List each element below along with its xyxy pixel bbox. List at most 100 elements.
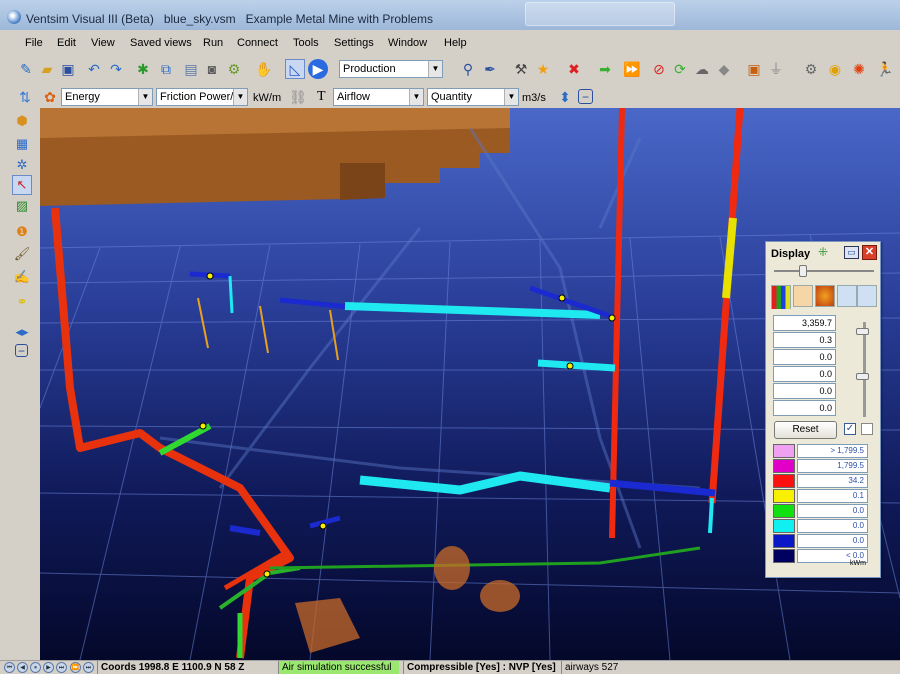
text-item-select[interactable]: Quantity ▼ bbox=[427, 88, 519, 106]
close-button[interactable]: ✕ bbox=[862, 245, 877, 260]
range-value-field[interactable]: 0.0 bbox=[773, 400, 836, 416]
filter-icon[interactable]: ⏚ bbox=[766, 59, 786, 79]
circles-icon[interactable]: ⚭ bbox=[12, 292, 32, 312]
box-icon[interactable]: ▣ bbox=[744, 59, 764, 79]
airway-cyan-drop[interactable] bbox=[228, 275, 234, 314]
range-slider-thumb-lower[interactable] bbox=[856, 373, 869, 380]
fire-icon[interactable]: ✺ bbox=[849, 59, 869, 79]
tab-views[interactable] bbox=[857, 285, 877, 307]
wrench-icon[interactable]: ⚒ bbox=[511, 59, 531, 79]
color-arrows-icon[interactable]: ⇅ bbox=[15, 87, 35, 107]
nav-prev-icon[interactable]: ◀ bbox=[17, 662, 28, 673]
nav-pause-icon[interactable]: ⏸ bbox=[30, 662, 41, 673]
nav-end-icon[interactable]: ⏭ bbox=[83, 662, 94, 673]
range-value-field[interactable]: 0.0 bbox=[773, 349, 836, 365]
range-value-field[interactable]: 3,359.7 bbox=[773, 315, 836, 331]
menu-file[interactable]: File bbox=[25, 37, 43, 49]
data-item-select[interactable]: Friction Power/L ▼ bbox=[156, 88, 248, 106]
redo-icon[interactable]: ↷ bbox=[106, 59, 126, 79]
block-icon[interactable]: ▤ bbox=[181, 59, 201, 79]
menu-help[interactable]: Help bbox=[444, 37, 467, 49]
menu-edit[interactable]: Edit bbox=[57, 37, 76, 49]
fan-icon[interactable]: ⚙ bbox=[224, 59, 244, 79]
menu-settings[interactable]: Settings bbox=[334, 37, 374, 49]
nav-last-icon[interactable]: ⏩ bbox=[70, 662, 81, 673]
arrow-right-icon[interactable]: ➡ bbox=[595, 59, 615, 79]
brush-icon[interactable]: 🖌 bbox=[12, 244, 32, 264]
undo-icon[interactable]: ↶ bbox=[84, 59, 104, 79]
nav-fast-icon[interactable]: ⏭ bbox=[56, 662, 67, 673]
airway-cyan-short[interactable] bbox=[537, 359, 616, 372]
coin-icon[interactable]: ◉ bbox=[825, 59, 845, 79]
minus-icon[interactable]: − bbox=[15, 344, 28, 358]
menu-connect[interactable]: Connect bbox=[237, 37, 278, 49]
range-slider-thumb-upper[interactable] bbox=[856, 328, 869, 335]
grid-icon[interactable]: ▦ bbox=[12, 134, 32, 154]
cube-icon[interactable]: ⬢ bbox=[12, 111, 32, 131]
range-value-field[interactable]: 0.0 bbox=[773, 366, 836, 382]
nav-first-icon[interactable]: ⏮ bbox=[4, 662, 15, 673]
person-icon[interactable]: 🏃 bbox=[875, 59, 895, 79]
range-value-field[interactable]: 0.3 bbox=[773, 332, 836, 348]
camera-icon[interactable]: ◙ bbox=[202, 59, 222, 79]
save-icon[interactable]: ▣ bbox=[58, 59, 78, 79]
lock-range-checkbox[interactable] bbox=[861, 423, 873, 435]
legend-color-swatch[interactable] bbox=[773, 534, 795, 548]
menu-run[interactable]: Run bbox=[203, 37, 223, 49]
cloud-icon[interactable]: ☁ bbox=[692, 59, 712, 79]
reset-button[interactable]: Reset bbox=[774, 421, 837, 439]
scenario-select[interactable]: Production ▼ bbox=[339, 60, 443, 78]
fast-forward-icon[interactable]: ⏩ bbox=[622, 59, 642, 79]
menu-saved-views[interactable]: Saved views bbox=[130, 37, 192, 49]
grip-icon[interactable]: ⁜ bbox=[818, 245, 832, 259]
tab-3d[interactable] bbox=[815, 285, 835, 307]
delete-icon[interactable]: ✖ bbox=[564, 59, 584, 79]
legend-color-swatch[interactable] bbox=[773, 549, 795, 563]
info-icon[interactable]: ❶ bbox=[12, 222, 32, 242]
range-values: 3,359.7 0.3 0.0 0.0 0.0 0.0 bbox=[773, 315, 836, 417]
gear-select-icon[interactable]: ✲ bbox=[12, 155, 32, 175]
rock-icon[interactable]: ◆ bbox=[714, 59, 734, 79]
edit-mode-icon[interactable]: ✋ bbox=[254, 59, 274, 79]
nav-next-icon[interactable]: ▶ bbox=[43, 662, 54, 673]
arrows-lr-icon[interactable]: ◂▸ bbox=[12, 322, 32, 342]
legend-color-swatch[interactable] bbox=[773, 489, 795, 503]
text-type-select[interactable]: Airflow ▼ bbox=[333, 88, 424, 106]
tab-data[interactable] bbox=[793, 285, 813, 307]
add-airway-icon[interactable]: ✱ bbox=[133, 59, 153, 79]
auto-range-checkbox[interactable]: ✓ bbox=[844, 423, 856, 435]
copy-icon[interactable]: ⧉ bbox=[156, 59, 176, 79]
airway-cyan-drop-right[interactable] bbox=[708, 497, 714, 534]
new-icon[interactable]: ✎ bbox=[16, 59, 36, 79]
spin-icon[interactable]: ⬍ bbox=[555, 87, 575, 107]
transparency-slider-thumb[interactable] bbox=[799, 265, 807, 277]
settings-icon[interactable]: ⚙ bbox=[801, 59, 821, 79]
legend-color-swatch[interactable] bbox=[773, 444, 795, 458]
play-icon[interactable]: ▶ bbox=[308, 59, 328, 79]
pen-icon[interactable]: ✒ bbox=[480, 59, 500, 79]
collapse-icon[interactable]: − bbox=[578, 89, 593, 104]
pointer-icon[interactable]: ↖ bbox=[12, 175, 32, 195]
stop-icon[interactable]: ⊘ bbox=[649, 59, 669, 79]
menu-tools[interactable]: Tools bbox=[293, 37, 319, 49]
open-folder-icon[interactable]: ▰ bbox=[37, 59, 57, 79]
menu-window[interactable]: Window bbox=[388, 37, 427, 49]
data-type-select[interactable]: Energy ▼ bbox=[61, 88, 153, 106]
tab-colors[interactable] bbox=[771, 285, 791, 309]
select-mode-icon[interactable]: ◺ bbox=[285, 59, 305, 79]
menu-view[interactable]: View bbox=[91, 37, 115, 49]
legend-color-swatch[interactable] bbox=[773, 459, 795, 473]
abc-icon[interactable]: ✍ bbox=[12, 267, 32, 287]
legend-color-swatch[interactable] bbox=[773, 519, 795, 533]
link-icon[interactable]: ⛓ bbox=[288, 87, 308, 107]
picture-icon[interactable]: ▨ bbox=[12, 196, 32, 216]
range-value-field[interactable]: 0.0 bbox=[773, 383, 836, 399]
tab-layers[interactable] bbox=[837, 285, 857, 307]
minimize-button[interactable]: ▭ bbox=[844, 246, 859, 259]
palette-icon[interactable]: ✿ bbox=[40, 87, 60, 107]
legend-color-swatch[interactable] bbox=[773, 474, 795, 488]
zoom-icon[interactable]: ⚲ bbox=[458, 59, 478, 79]
refresh-icon[interactable]: ⟳ bbox=[670, 59, 690, 79]
star-icon[interactable]: ★ bbox=[533, 59, 553, 79]
legend-color-swatch[interactable] bbox=[773, 504, 795, 518]
